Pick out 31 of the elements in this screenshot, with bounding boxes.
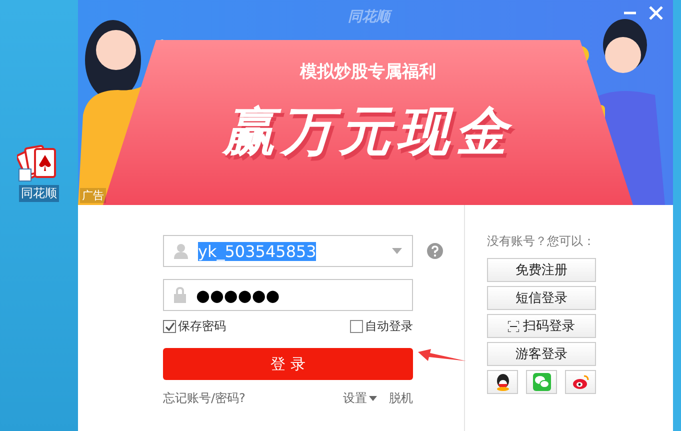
caret-icon xyxy=(369,396,377,401)
chat-bubbles-icon xyxy=(532,373,550,391)
settings-menu[interactable]: 设置 xyxy=(343,390,377,407)
ad-tag: 广告 xyxy=(80,188,106,203)
checkbox-option[interactable]: 保存密码 xyxy=(163,318,226,335)
scan-icon xyxy=(508,320,519,332)
login-option-button[interactable]: 游客登录 xyxy=(487,342,596,366)
login-button[interactable]: 登 录 xyxy=(163,348,413,380)
login-option-button[interactable]: 免费注册 xyxy=(487,258,596,282)
help-icon[interactable] xyxy=(427,243,443,259)
banner-headline: 赢万元现金 xyxy=(223,101,513,164)
banner-logo: 同花顺 xyxy=(348,8,390,26)
close-icon[interactable] xyxy=(649,6,663,20)
no-account-prompt: 没有账号？您可以： xyxy=(487,233,595,250)
desktop-icon-label[interactable]: 同花顺 xyxy=(19,185,59,202)
user-icon xyxy=(174,243,188,259)
checkmark-icon xyxy=(164,322,174,332)
login-option-button[interactable]: 扫码登录 xyxy=(487,314,596,338)
checkbox-option[interactable]: 自动登录 xyxy=(350,318,413,335)
eye-icon xyxy=(572,374,590,390)
weibo-login-button[interactable] xyxy=(565,370,596,394)
password-field[interactable]: ●●●●●● xyxy=(163,279,413,311)
padlock-icon xyxy=(174,287,186,303)
penguin-icon xyxy=(494,373,510,391)
pointer-arrow xyxy=(418,348,466,364)
login-option-button[interactable]: 短信登录 xyxy=(487,286,596,310)
forgot-password-link[interactable]: 忘记账号/密码? xyxy=(163,390,246,407)
banner-subtitle: 模拟炒股专属福利 xyxy=(300,61,436,83)
qq-login-button[interactable] xyxy=(487,370,518,394)
offline-link[interactable]: 脱机 xyxy=(389,390,413,407)
wechat-login-button[interactable] xyxy=(526,370,557,394)
